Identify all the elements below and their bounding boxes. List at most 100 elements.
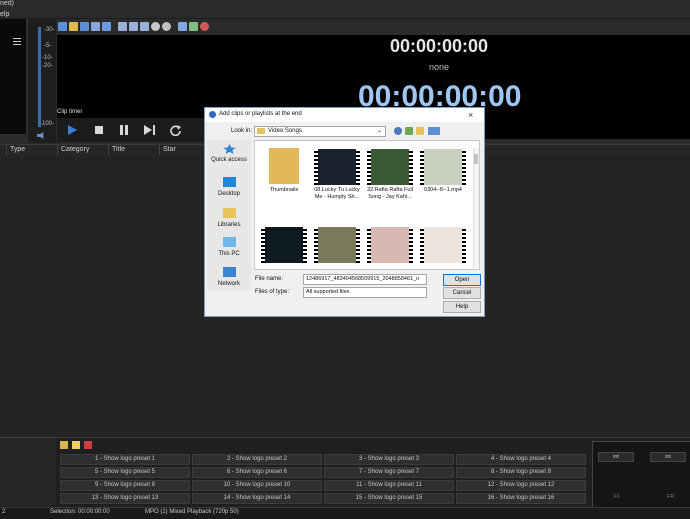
file-type-value: All supported files bbox=[306, 289, 350, 295]
new-folder-icon[interactable] bbox=[416, 127, 424, 135]
up-folder-icon[interactable] bbox=[405, 127, 413, 135]
preset-button[interactable]: 15 - Show logo preset 15 bbox=[324, 493, 454, 504]
status-playback: MPO (1) Mixed Playback (720p 50) bbox=[145, 509, 239, 515]
chevron-down-icon: ⌄ bbox=[377, 128, 383, 134]
video-thumbnail[interactable] bbox=[420, 227, 466, 263]
star-icon[interactable] bbox=[72, 441, 80, 449]
preset-button[interactable]: 9 - Show logo preset 9 bbox=[60, 480, 190, 491]
preset-button[interactable]: 3 - Show logo preset 3 bbox=[324, 454, 454, 465]
column-star[interactable]: Star bbox=[163, 146, 176, 153]
preset-button[interactable]: 13 - Show logo preset 13 bbox=[60, 493, 190, 504]
pause-icon[interactable] bbox=[119, 125, 129, 135]
close-icon[interactable]: × bbox=[468, 110, 473, 120]
menu-help[interactable]: elp bbox=[0, 11, 9, 18]
check-icon[interactable] bbox=[189, 22, 198, 31]
libraries-icon bbox=[223, 208, 236, 218]
clock-icon[interactable] bbox=[151, 22, 160, 31]
loop-icon[interactable] bbox=[170, 125, 181, 136]
title-bar bbox=[0, 0, 690, 19]
cancel-button[interactable]: Cancel bbox=[443, 287, 481, 299]
state-label: none bbox=[428, 62, 450, 72]
look-in-label: Look in: bbox=[231, 128, 253, 134]
skip-next-icon[interactable] bbox=[144, 125, 156, 135]
video-thumbnail[interactable] bbox=[314, 227, 360, 263]
app-icon bbox=[209, 111, 216, 118]
power-icon[interactable] bbox=[200, 22, 209, 31]
place-label: Quick access bbox=[211, 157, 247, 163]
folder-thumbnail[interactable] bbox=[269, 148, 299, 184]
file-name[interactable]: 32.Rafta Rafta Full Song - Jay Kahl... bbox=[363, 187, 417, 201]
preset-button[interactable]: 8 - Show logo preset 8 bbox=[456, 467, 586, 478]
preset-button[interactable]: 7 - Show logo preset 7 bbox=[324, 467, 454, 478]
help-button[interactable]: Help bbox=[443, 301, 481, 313]
schedule-icon[interactable] bbox=[178, 22, 187, 31]
place-label: Desktop bbox=[217, 191, 240, 197]
preset-button[interactable]: 5 - Show logo preset 5 bbox=[60, 467, 190, 478]
preset-button[interactable]: 11 - Show logo preset 11 bbox=[324, 480, 454, 491]
meter-label: -30- bbox=[44, 27, 55, 33]
transport-bar bbox=[57, 118, 207, 142]
edit-icon[interactable] bbox=[91, 22, 100, 31]
file-type-select[interactable]: All supported files bbox=[303, 287, 427, 298]
file-name[interactable]: 0304--8--1.mp4 bbox=[416, 187, 470, 194]
int-right-toggle[interactable]: int bbox=[650, 452, 686, 462]
video-thumbnail[interactable] bbox=[367, 227, 413, 263]
list2-icon[interactable] bbox=[140, 22, 149, 31]
grid-icon[interactable] bbox=[102, 22, 111, 31]
folder-icon bbox=[257, 128, 265, 134]
new-icon[interactable] bbox=[58, 22, 67, 31]
status-left-value: 2 bbox=[2, 509, 6, 515]
preset-button[interactable]: 10 - Show logo preset 10 bbox=[192, 480, 322, 491]
record-icon[interactable] bbox=[162, 22, 171, 31]
dialog-titlebar: Add clips or playlists at the end × bbox=[205, 108, 484, 122]
file-list[interactable]: Thumbnails 08.Lucky Tu Lucky Me - Humpty… bbox=[254, 140, 480, 270]
column-title[interactable]: Title bbox=[112, 146, 125, 153]
preset-button[interactable]: 4 - Show logo preset 4 bbox=[456, 454, 586, 465]
place-label: This PC bbox=[218, 251, 240, 257]
save-icon[interactable] bbox=[80, 22, 89, 31]
preset-button[interactable]: 6 - Show logo preset 6 bbox=[192, 467, 322, 478]
arrow-icon[interactable] bbox=[84, 441, 92, 449]
place-label: Network bbox=[217, 281, 240, 287]
preset-button[interactable]: 16 - Show logo preset 16 bbox=[456, 493, 586, 504]
computer-icon bbox=[223, 237, 236, 247]
open-file-dialog: Add clips or playlists at the end × Look… bbox=[204, 107, 485, 317]
settings-icon[interactable] bbox=[118, 22, 127, 31]
file-name[interactable]: 08.Lucky Tu Lucky Me - Humpty Sh... bbox=[310, 187, 364, 201]
status-selection: Selection: 00:00:00:00 bbox=[50, 509, 110, 515]
preset-button[interactable]: 2 - Show logo preset 2 bbox=[192, 454, 322, 465]
stop-icon[interactable] bbox=[94, 125, 104, 135]
preset-button[interactable]: 14 - Show logo preset 14 bbox=[192, 493, 322, 504]
preset-button[interactable]: 12 - Show logo preset 12 bbox=[456, 480, 586, 491]
open-button[interactable]: Open bbox=[443, 274, 481, 286]
look-in-value: Video Songs bbox=[268, 128, 302, 134]
file-name-field[interactable]: 12486917_483404568509915_2048858461_n bbox=[303, 274, 427, 285]
clip-timer-label: Clip timer bbox=[57, 109, 83, 115]
list-icon[interactable] bbox=[129, 22, 138, 31]
file-name[interactable]: Thumbnails bbox=[257, 187, 311, 194]
video-thumbnail[interactable] bbox=[420, 149, 466, 185]
play-icon[interactable] bbox=[67, 125, 77, 135]
back-icon[interactable] bbox=[394, 127, 402, 135]
file-type-label: Files of type: bbox=[255, 289, 290, 295]
meter-label: -100- bbox=[40, 121, 55, 127]
preset-button[interactable]: 1 - Show logo preset 1 bbox=[60, 454, 190, 465]
place-label: Libraries bbox=[217, 222, 241, 228]
view-menu-icon[interactable] bbox=[428, 127, 440, 135]
column-type[interactable]: Type bbox=[10, 146, 25, 153]
file-list-scrollbar[interactable] bbox=[473, 148, 479, 268]
toolbar bbox=[57, 20, 247, 34]
bottom-left-panel bbox=[0, 438, 56, 506]
video-thumbnail[interactable] bbox=[314, 149, 360, 185]
timecode-top: 00:00:00:00 bbox=[389, 36, 489, 56]
network-icon bbox=[223, 267, 236, 277]
column-category[interactable]: Category bbox=[61, 146, 89, 153]
video-thumbnail[interactable] bbox=[367, 149, 413, 185]
look-in-select[interactable]: Video Songs ⌄ bbox=[254, 126, 386, 137]
open-folder-icon[interactable] bbox=[69, 22, 78, 31]
dialog-title: Add clips or playlists at the end bbox=[219, 111, 302, 117]
int-left-toggle[interactable]: int bbox=[598, 452, 634, 462]
folder-icon[interactable] bbox=[60, 441, 68, 449]
video-thumbnail[interactable] bbox=[261, 227, 307, 263]
scrollbar-thumb[interactable] bbox=[474, 154, 478, 164]
